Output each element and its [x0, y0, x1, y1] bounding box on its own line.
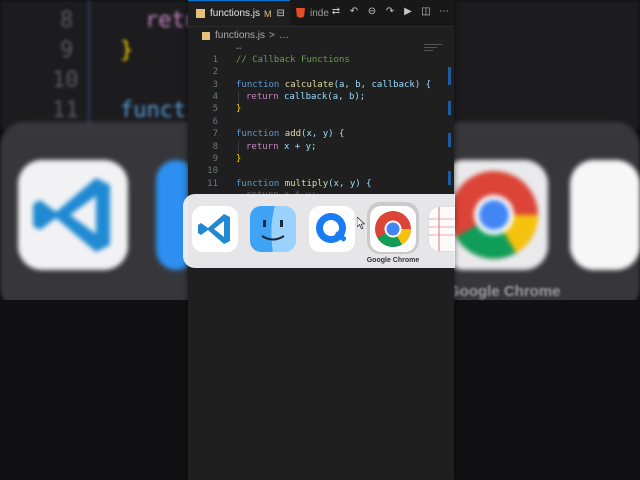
indent-guide: [238, 91, 239, 103]
editor-actions: ⇄ ↶ ⊖ ↷ ▶ ◫ ⋯: [330, 6, 450, 18]
tab-index-html[interactable]: inde: [292, 0, 332, 26]
code-line: 7 function add(x, y) {: [188, 128, 454, 140]
line-number: 7: [212, 129, 218, 139]
change-marker: [448, 67, 451, 85]
go-back-icon[interactable]: ↶: [348, 6, 360, 18]
code-text: return x + y;: [246, 142, 317, 152]
git-compare-icon[interactable]: ⇄: [330, 6, 342, 18]
js-file-icon: [196, 9, 205, 18]
breadcrumb-file[interactable]: functions.js: [215, 30, 265, 41]
code-line: 6: [188, 116, 454, 128]
background-chrome-icon: [440, 160, 548, 270]
code-line: 2: [188, 66, 454, 78]
mouse-cursor-icon: [357, 217, 365, 229]
indent-guide: [238, 141, 239, 153]
background-textedit-icon: [570, 160, 640, 270]
selected-app-label: Google Chrome: [366, 257, 420, 264]
tab-label: inde: [310, 7, 329, 19]
code-text: function calculate(a, b, callback) {: [236, 80, 432, 90]
chrome-app-icon[interactable]: [370, 206, 416, 252]
code-line: 1 // Callback Functions: [188, 54, 454, 66]
breadcrumb-separator: >: [269, 30, 275, 41]
circle-icon[interactable]: ⊖: [366, 6, 378, 18]
vscode-app-icon[interactable]: [192, 206, 238, 252]
code-line: 4 return callback(a, b);: [188, 91, 454, 103]
run-icon[interactable]: ▶: [402, 6, 414, 18]
code-line: 5 }: [188, 103, 454, 115]
fold-marker: …: [236, 42, 242, 52]
change-marker: [448, 171, 451, 185]
split-editor-icon[interactable]: ◫: [420, 6, 432, 18]
code-line: 8 return x + y;: [188, 141, 454, 153]
background-line-number: 8: [60, 8, 74, 33]
js-file-icon: [202, 31, 210, 40]
app-switcher: Google Chrome: [183, 194, 455, 268]
tab-label: functions.js: [210, 8, 261, 19]
finder-app-icon[interactable]: [250, 206, 296, 252]
background-app-label: Google Chrome: [448, 283, 561, 300]
code-line: …: [188, 41, 454, 53]
line-number: 10: [207, 166, 218, 176]
modified-indicator: M: [264, 8, 272, 19]
quicktime-app-icon[interactable]: [309, 206, 355, 252]
code-text: }: [236, 154, 242, 164]
background-indent-guide: [88, 0, 90, 130]
code-text: }: [236, 104, 242, 114]
line-number: 9: [212, 154, 218, 164]
tab-functions-js[interactable]: functions.js M ⊟: [188, 0, 290, 26]
background-line-number: 11: [52, 98, 79, 123]
textedit-app-icon[interactable]: [428, 206, 455, 252]
line-number: 8: [212, 142, 218, 152]
code-line: 3 function calculate(a, b, callback) {: [188, 79, 454, 91]
background-code: }: [120, 38, 134, 63]
background-line-number: 9: [60, 38, 74, 63]
go-forward-icon[interactable]: ↷: [384, 6, 396, 18]
code-text: function add(x, y) {: [236, 129, 345, 139]
change-marker: [448, 101, 451, 115]
breadcrumb[interactable]: functions.js > …: [202, 30, 289, 41]
line-number: 1: [212, 55, 218, 65]
more-icon[interactable]: ⋯: [438, 6, 450, 18]
change-marker: [448, 133, 451, 147]
code-line: 9 }: [188, 153, 454, 165]
line-number: 4: [212, 92, 218, 102]
breadcrumb-more[interactable]: …: [279, 30, 289, 41]
code-line: 10: [188, 165, 454, 177]
line-number: 3: [212, 80, 218, 90]
tab-bar: functions.js M ⊟ inde ⇄ ↶ ⊖ ↷ ▶ ◫ ⋯: [188, 0, 454, 27]
code-text: return callback(a, b);: [246, 92, 366, 102]
html5-icon: [296, 8, 305, 18]
background-vscode-icon: [18, 160, 128, 270]
line-number: 2: [212, 67, 218, 77]
code-text: // Callback Functions: [236, 55, 350, 65]
close-tab-icon[interactable]: ⊟: [277, 8, 285, 19]
background-line-number: 10: [52, 68, 79, 93]
line-number: 6: [212, 117, 218, 127]
line-number: 5: [212, 104, 218, 114]
